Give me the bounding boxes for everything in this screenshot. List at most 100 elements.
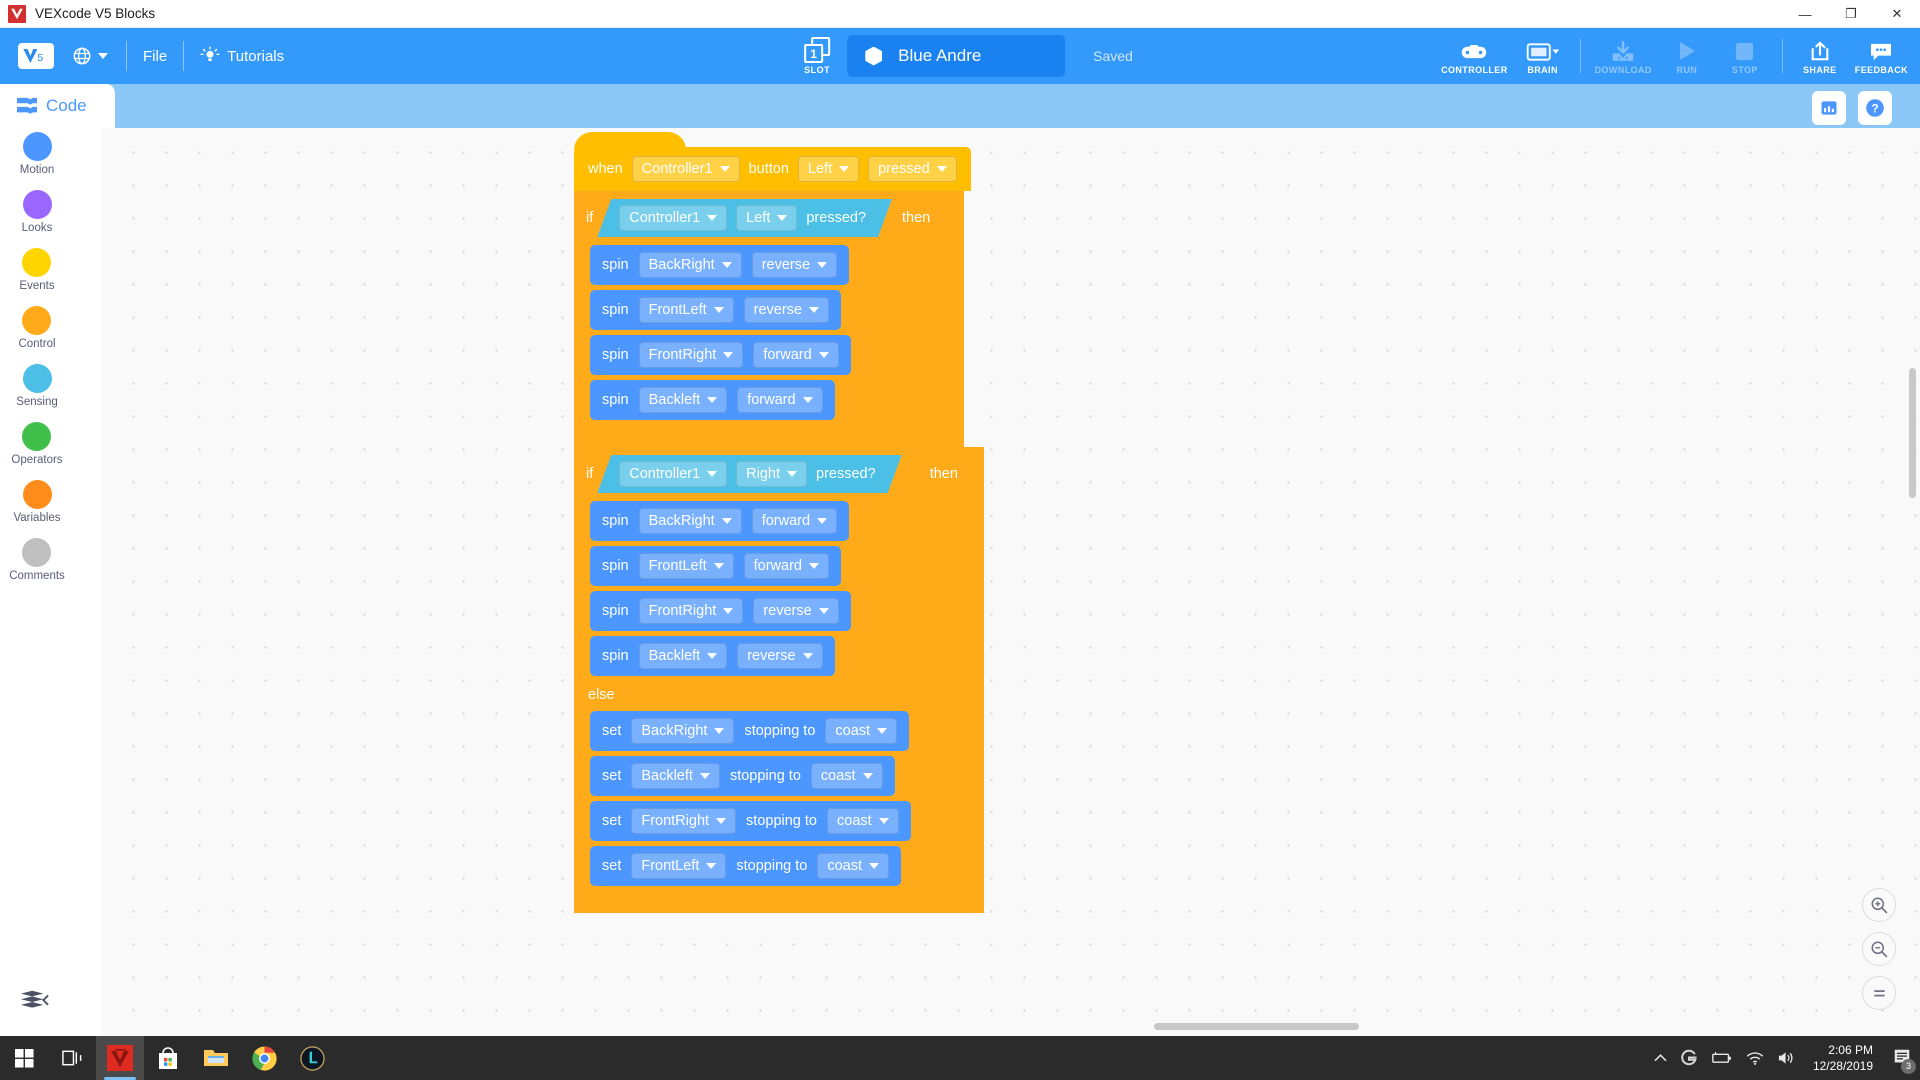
direction-dropdown[interactable]: forward	[737, 387, 823, 413]
set-stopping-block[interactable]: set Backleft stopping to coast	[590, 756, 895, 796]
share-button[interactable]: SHARE	[1791, 38, 1849, 75]
cond-device-dropdown[interactable]: Controller1	[619, 461, 727, 487]
controller-button-pressed-boolean-2[interactable]: Controller1 Right pressed?	[597, 455, 901, 493]
if-then-else-block-2[interactable]: if Controller1 Right pressed? then spin …	[574, 447, 984, 913]
direction-dropdown[interactable]: forward	[751, 508, 838, 534]
file-menu-button[interactable]: File	[127, 37, 183, 75]
motor-dropdown[interactable]: FrontLeft	[638, 553, 734, 579]
equals-icon	[1873, 989, 1885, 996]
when-controller-button-pressed-block[interactable]: when Controller1 button Left pressed	[574, 132, 971, 191]
set-stopping-block[interactable]: set FrontRight stopping to coast	[590, 801, 911, 841]
dashboard-button[interactable]	[1812, 91, 1846, 125]
sidebar-item-sensing[interactable]: Sensing	[16, 364, 58, 408]
motor-dropdown[interactable]: FrontRight	[638, 598, 744, 624]
spin-block[interactable]: spin BackRight reverse	[590, 245, 850, 285]
spin-block[interactable]: spin BackRight forward	[590, 501, 850, 541]
block-stack[interactable]: when Controller1 button Left pressed if …	[574, 132, 984, 913]
task-view-button[interactable]	[48, 1036, 96, 1080]
stop-button[interactable]: STOP	[1716, 38, 1774, 75]
minimize-button[interactable]: —	[1782, 0, 1828, 28]
direction-dropdown[interactable]: forward	[743, 553, 829, 579]
spin-block[interactable]: spin Backleft forward	[590, 380, 835, 420]
chrome-app[interactable]	[240, 1036, 288, 1080]
direction-dropdown[interactable]: reverse	[743, 297, 829, 323]
stop-mode-dropdown[interactable]: coast	[810, 763, 883, 789]
zoom-out-button[interactable]	[1862, 932, 1896, 966]
clock[interactable]: 2:06 PM 12/28/2019	[1813, 1042, 1873, 1074]
spin-block[interactable]: spin FrontLeft forward	[590, 546, 841, 586]
controller-button-pressed-boolean-1[interactable]: Controller1 Left pressed?	[597, 199, 892, 237]
hat-action-dropdown[interactable]: pressed	[868, 156, 957, 182]
direction-dropdown[interactable]: reverse	[753, 598, 839, 624]
palette-toggle-button[interactable]	[14, 982, 54, 1022]
brain-button[interactable]: BRAIN	[1514, 38, 1572, 75]
volume-icon[interactable]	[1777, 1050, 1796, 1066]
wifi-icon[interactable]	[1746, 1051, 1764, 1066]
project-name-button[interactable]: Blue Andre	[847, 35, 1066, 77]
horizontal-scrollbar[interactable]	[1154, 1023, 1359, 1030]
vertical-scrollbar[interactable]	[1909, 368, 1916, 498]
battery-icon[interactable]	[1711, 1051, 1733, 1065]
microsoft-store-app[interactable]	[144, 1036, 192, 1080]
help-button[interactable]: ?	[1858, 91, 1892, 125]
motor-dropdown[interactable]: FrontLeft	[631, 853, 727, 879]
motor-dropdown[interactable]: Backleft	[631, 763, 720, 789]
vexcode-app[interactable]	[96, 1036, 144, 1080]
sidebar-item-operators[interactable]: Operators	[11, 422, 63, 466]
direction-dropdown[interactable]: reverse	[751, 252, 838, 278]
cond-device-dropdown[interactable]: Controller1	[619, 205, 727, 231]
tab-code[interactable]: Code	[0, 84, 115, 128]
motor-dropdown[interactable]: BackRight	[631, 718, 735, 744]
sidebar-item-comments[interactable]: Comments	[9, 538, 65, 582]
stop-mode-dropdown[interactable]: coast	[825, 718, 898, 744]
cond-button-dropdown[interactable]: Right	[736, 461, 807, 487]
zoom-reset-button[interactable]	[1862, 976, 1896, 1010]
code-workspace[interactable]: ? when Controller1 button Left pressed i…	[74, 84, 1920, 1036]
stop-mode-dropdown[interactable]: coast	[827, 808, 899, 834]
logitech-g-tray-icon[interactable]	[1680, 1049, 1698, 1067]
slot-selector-button[interactable]: 1 SLOT	[787, 37, 847, 75]
if-then-block-1[interactable]: if Controller1 Left pressed? then spin B…	[574, 191, 964, 447]
start-button[interactable]	[0, 1036, 48, 1080]
sidebar-item-events[interactable]: Events	[19, 248, 55, 292]
spin-block[interactable]: spin FrontRight reverse	[590, 591, 851, 631]
controller-button[interactable]: CONTROLLER	[1435, 38, 1514, 75]
cond-button-dropdown[interactable]: Left	[736, 205, 797, 231]
run-button[interactable]: RUN	[1658, 38, 1716, 75]
download-button[interactable]: DOWNLOAD	[1589, 38, 1658, 75]
notification-center-button[interactable]: 3	[1892, 1047, 1916, 1074]
maximize-button[interactable]: ❐	[1828, 0, 1874, 28]
set-stopping-block[interactable]: set FrontLeft stopping to coast	[590, 846, 901, 886]
motor-dropdown[interactable]: Backleft	[638, 643, 728, 669]
motor-dropdown[interactable]: Backleft	[638, 387, 728, 413]
v5-brand-logo-icon[interactable]: 5	[18, 43, 54, 69]
sidebar-item-looks[interactable]: Looks	[22, 190, 52, 234]
motor-dropdown[interactable]: BackRight	[638, 508, 742, 534]
hat-button-dropdown[interactable]: Left	[797, 156, 860, 182]
stop-mode-dropdown[interactable]: coast	[817, 853, 889, 879]
hat-device-dropdown[interactable]: Controller1	[631, 156, 740, 182]
motor-dropdown[interactable]: FrontLeft	[638, 297, 734, 323]
file-explorer-app[interactable]	[192, 1036, 240, 1080]
close-button[interactable]: ✕	[1874, 0, 1920, 28]
show-hidden-icons-button[interactable]	[1654, 1053, 1667, 1063]
sidebar-item-motion[interactable]: Motion	[20, 132, 54, 176]
set-stopping-block[interactable]: set BackRight stopping to coast	[590, 711, 910, 751]
toolbar-action-group: CONTROLLER BRAIN DOWNLOAD RUN STOP SHARE…	[1435, 28, 1914, 84]
sidebar-item-variables[interactable]: Variables	[13, 480, 61, 524]
spin-block[interactable]: spin FrontRight forward	[590, 335, 851, 375]
sidebar-item-control[interactable]: Control	[18, 306, 56, 350]
direction-dropdown[interactable]: reverse	[737, 643, 823, 669]
tutorials-button[interactable]: Tutorials	[184, 37, 300, 75]
spin-block[interactable]: spin Backleft reverse	[590, 636, 835, 676]
language-selector[interactable]	[54, 46, 126, 66]
spin-block[interactable]: spin FrontLeft reverse	[590, 290, 841, 330]
direction-dropdown[interactable]: forward	[753, 342, 839, 368]
motor-dropdown[interactable]: FrontRight	[638, 342, 744, 368]
motor-dropdown[interactable]: BackRight	[638, 252, 742, 278]
motor-dropdown[interactable]: FrontRight	[631, 808, 737, 834]
feedback-button[interactable]: FEEDBACK	[1849, 38, 1914, 75]
block-canvas[interactable]: when Controller1 button Left pressed if …	[74, 128, 1920, 1036]
zoom-in-button[interactable]	[1862, 888, 1896, 922]
league-of-legends-app[interactable]	[288, 1036, 336, 1080]
